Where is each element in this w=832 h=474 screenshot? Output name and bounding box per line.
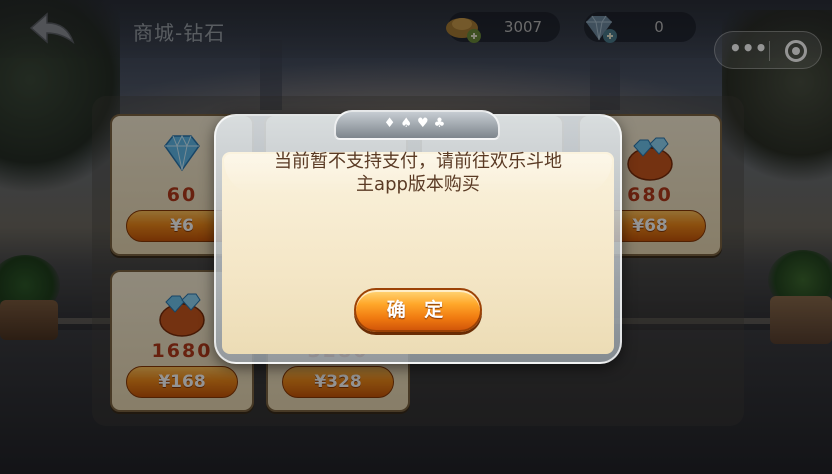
card-suits-icon: ♦♠♥♣: [383, 116, 451, 131]
payment-alert-dialog: ♦♠♥♣ 当前暂不支持支付，请前往欢乐斗地 主app版本购买 确 定: [214, 110, 622, 364]
dialog-message: 当前暂不支持支付，请前往欢乐斗地 主app版本购买: [244, 150, 592, 196]
confirm-button[interactable]: 确 定: [354, 288, 482, 332]
dialog-message-line1: 当前暂不支持支付，请前往欢乐斗地: [274, 151, 562, 172]
dialog-message-line2: 主app版本购买: [356, 174, 480, 195]
dialog-header-tab: ♦♠♥♣: [334, 110, 500, 140]
